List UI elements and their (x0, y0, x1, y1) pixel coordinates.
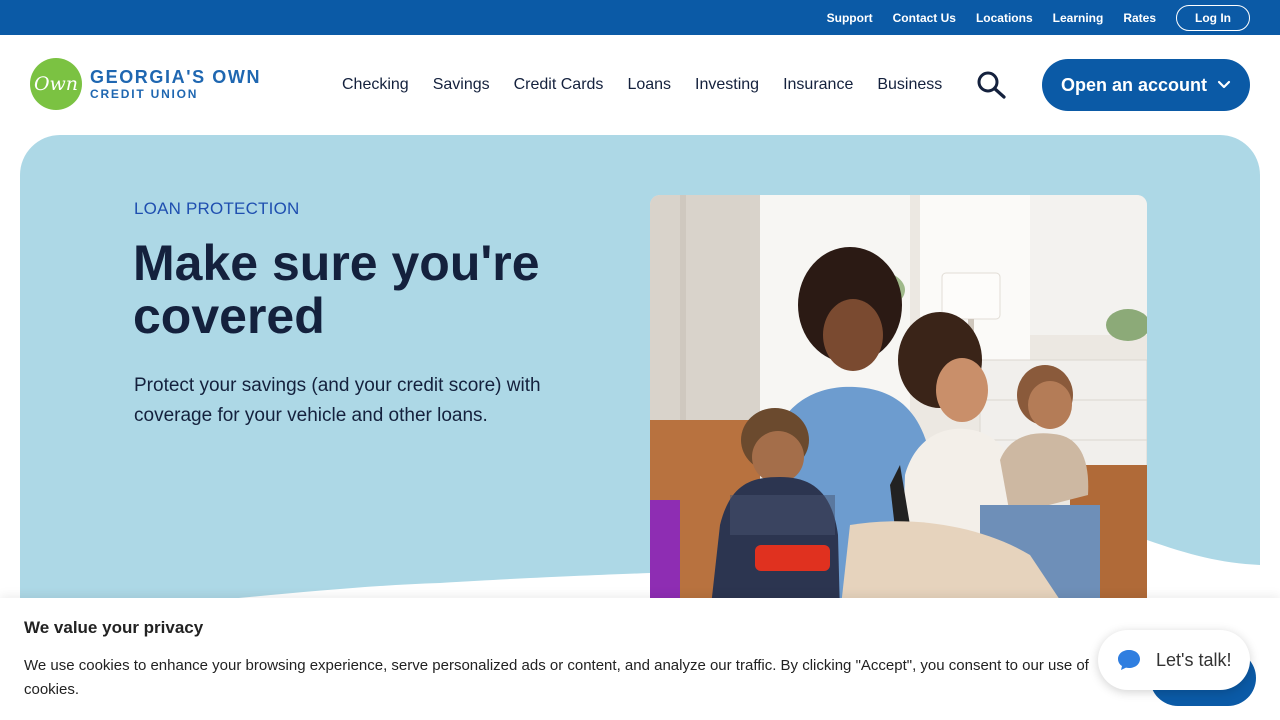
chat-label: Let's talk! (1156, 649, 1232, 670)
nav-item-loans[interactable]: Loans (627, 76, 671, 94)
login-button[interactable]: Log In (1176, 4, 1250, 31)
utility-link-rates[interactable]: Rates (1123, 11, 1156, 25)
cookie-banner: We value your privacy We use cookies to … (0, 598, 1280, 720)
family-photo-illustration (650, 195, 1147, 615)
utility-link-locations[interactable]: Locations (976, 11, 1033, 25)
nav-item-savings[interactable]: Savings (433, 76, 490, 94)
logo[interactable]: Own GEORGIA'S OWN CREDIT UNION (30, 58, 261, 110)
hero-title: Make sure you're covered (133, 235, 540, 344)
chat-prompt-bubble[interactable]: Let's talk! (1098, 630, 1250, 690)
utility-link-support[interactable]: Support (827, 11, 873, 25)
nav-item-credit-cards[interactable]: Credit Cards (514, 76, 604, 94)
search-icon[interactable] (976, 71, 1008, 99)
utility-link-contact-us[interactable]: Contact Us (893, 11, 956, 25)
hero-eyebrow: LOAN PROTECTION (134, 199, 300, 218)
cookie-title: We value your privacy (24, 618, 204, 637)
utility-link-learning[interactable]: Learning (1053, 11, 1104, 25)
logo-subtitle: CREDIT UNION (90, 87, 199, 101)
main-nav: Checking Savings Credit Cards Loans Inve… (330, 35, 954, 135)
open-account-button[interactable]: Open an account (1042, 59, 1250, 111)
utility-bar: Support Contact Us Locations Learning Ra… (0, 0, 1280, 35)
hero-description: Protect your savings (and your credit sc… (134, 375, 541, 426)
nav-item-insurance[interactable]: Insurance (783, 76, 853, 94)
nav-item-checking[interactable]: Checking (342, 76, 409, 94)
cookie-text: We use cookies to enhance your browsing … (24, 657, 1089, 698)
open-account-label: Open an account (1060, 74, 1208, 95)
logo-mark: Own (30, 58, 82, 110)
hero-family-photo (650, 195, 1147, 615)
nav-item-business[interactable]: Business (877, 76, 942, 94)
chevron-down-icon (1217, 80, 1231, 89)
logo-text: GEORGIA'S OWN CREDIT UNION (90, 68, 261, 100)
logo-title: GEORGIA'S OWN (90, 67, 262, 87)
nav-item-investing[interactable]: Investing (695, 76, 759, 94)
chat-bubble-icon (1118, 650, 1140, 670)
main-header: Own GEORGIA'S OWN CREDIT UNION Checking … (0, 35, 1280, 135)
